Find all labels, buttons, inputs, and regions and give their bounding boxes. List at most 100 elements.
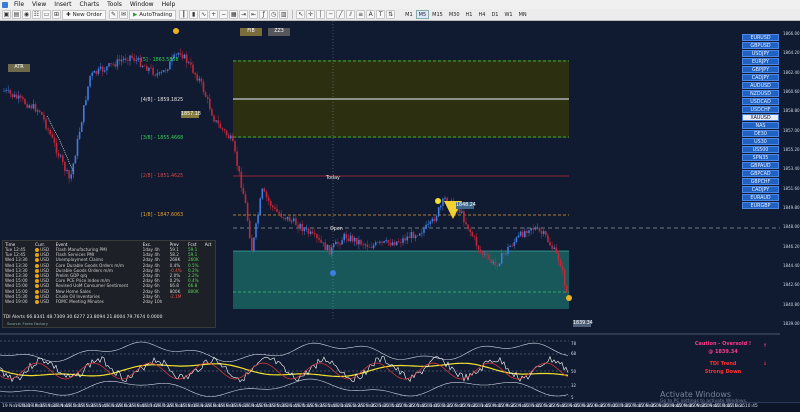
price-chart[interactable] xyxy=(0,21,800,402)
trendline-icon[interactable]: ╱ xyxy=(336,10,346,19)
candle-body xyxy=(356,237,358,245)
symbol-button-gbpcad[interactable]: GBPCAD xyxy=(742,170,779,177)
navigator-icon[interactable]: ☷ xyxy=(32,10,41,19)
fib-label-5: [5] - 1863.5858 xyxy=(141,58,179,63)
candle-body xyxy=(177,53,180,55)
vertical-line-icon[interactable]: │ xyxy=(316,10,326,19)
candle-body xyxy=(482,251,484,255)
candle-body xyxy=(521,231,524,237)
candle-body xyxy=(146,66,148,71)
templates-icon[interactable]: ▥ xyxy=(279,10,289,19)
horizontal-line-icon[interactable]: ─ xyxy=(326,10,336,19)
candle-body xyxy=(269,200,272,206)
autoscroll-icon[interactable]: ⇥ xyxy=(239,10,249,19)
menu-view[interactable]: View xyxy=(28,0,50,9)
crosshair-icon[interactable]: ✛ xyxy=(306,10,316,19)
line-chart-icon[interactable]: ∿ xyxy=(199,10,209,19)
tf-mn[interactable]: MN xyxy=(516,10,530,19)
symbol-button-nzdusd[interactable]: NZDUSD xyxy=(742,90,779,97)
candle-body xyxy=(353,237,356,242)
market-watch-icon[interactable]: ◉ xyxy=(22,10,31,19)
candles-icon[interactable]: ▮ xyxy=(189,10,199,19)
menu-insert[interactable]: Insert xyxy=(50,0,75,9)
tf-m1[interactable]: M1 xyxy=(402,10,416,19)
tf-w1[interactable]: W1 xyxy=(501,10,515,19)
autotrading-button[interactable]: ▶ AutoTrading xyxy=(128,9,177,20)
terminal-icon[interactable]: ▭ xyxy=(42,10,51,19)
symbol-button-usdchf[interactable]: USDCHF xyxy=(742,106,779,113)
symbol-button-gbpjpy[interactable]: GBPJPY xyxy=(742,66,779,73)
candle-body xyxy=(259,198,261,215)
text-icon[interactable]: A xyxy=(366,10,376,19)
time-tick: 22 Nov 10:45 xyxy=(727,404,758,409)
symbol-button-cadjpy[interactable]: CADJPY xyxy=(742,74,779,81)
tester-icon[interactable]: ⊞ xyxy=(52,10,61,19)
candle-body xyxy=(158,72,161,74)
periods-icon[interactable]: ◷ xyxy=(269,10,279,19)
symbol-button-gbpusd[interactable]: GBPUSD xyxy=(742,42,779,49)
candle-body xyxy=(293,218,295,221)
candle-body xyxy=(223,129,226,131)
new-order-button[interactable]: ✚ New Order xyxy=(62,9,106,20)
candle-body xyxy=(13,94,16,97)
chart-shift-icon[interactable]: ⇤ xyxy=(249,10,259,19)
zz3-button[interactable]: ZZ3 xyxy=(268,28,290,36)
candle-body xyxy=(232,135,234,142)
fibo-icon[interactable]: ≡ xyxy=(356,10,366,19)
tf-d1[interactable]: D1 xyxy=(488,10,501,19)
symbol-button-us500[interactable]: US500 xyxy=(742,146,779,153)
autotrading-icon: ▶ xyxy=(132,11,138,18)
menu-tools[interactable]: Tools xyxy=(103,0,126,9)
tf-m15[interactable]: M15 xyxy=(429,10,446,19)
bar-chart-icon[interactable]: ┃ xyxy=(179,10,189,19)
tf-m5[interactable]: M5 xyxy=(415,10,430,19)
new-chart-icon[interactable]: ▣ xyxy=(2,10,11,19)
menu-help[interactable]: Help xyxy=(158,0,180,9)
arrows-icon[interactable]: ⇅ xyxy=(386,10,396,19)
symbol-button-eurjpy[interactable]: EURJPY xyxy=(742,58,779,65)
menu-window[interactable]: Window xyxy=(126,0,158,9)
menu-charts[interactable]: Charts xyxy=(76,0,104,9)
symbol-button-nas[interactable]: NAS xyxy=(742,122,779,129)
symbol-button-cadjpy[interactable]: CADJPY xyxy=(742,186,779,193)
symbol-button-usdjpy[interactable]: USDJPY xyxy=(742,50,779,57)
symbol-button-gbpaud[interactable]: GBPAUD xyxy=(742,162,779,169)
symbol-button-xauusd[interactable]: XAUUSD xyxy=(742,114,779,121)
symbol-button-us30[interactable]: US30 xyxy=(742,138,779,145)
menu-file[interactable]: File xyxy=(10,0,28,9)
candle-body xyxy=(526,231,528,234)
symbol-button-eurgbp[interactable]: EURGBP xyxy=(742,202,779,209)
chart-window[interactable]: FIB ZZ3 ATR [5] - 1863.5858 [4/8] - 1859… xyxy=(0,21,800,402)
tf-h4[interactable]: H4 xyxy=(476,10,489,19)
symbol-button-de30[interactable]: DE30 xyxy=(742,130,779,137)
app-icon[interactable] xyxy=(0,0,10,9)
candle-body xyxy=(425,224,427,229)
candle-body xyxy=(370,247,373,249)
tf-h1[interactable]: H1 xyxy=(463,10,476,19)
profiles-icon[interactable]: ▤ xyxy=(12,10,21,19)
symbol-button-euraud[interactable]: EURAUD xyxy=(742,194,779,201)
cursor-icon[interactable]: ↖ xyxy=(296,10,306,19)
candle-body xyxy=(364,244,366,246)
candle-body xyxy=(143,65,146,67)
symbol-button-usdcad[interactable]: USDCAD xyxy=(742,98,779,105)
indicators-icon[interactable]: ƒ xyxy=(259,10,269,19)
candle-body xyxy=(517,235,520,238)
symbol-button-spn35[interactable]: SPN35 xyxy=(742,154,779,161)
candle-body xyxy=(530,228,532,231)
candle-body xyxy=(93,70,96,73)
candle-body xyxy=(91,72,93,76)
fib-button[interactable]: FIB xyxy=(240,28,262,36)
symbol-button-eurusd[interactable]: EURUSD xyxy=(742,34,779,41)
channel-icon[interactable]: ⫽ xyxy=(346,10,356,19)
meta-editor-icon[interactable]: ✎ xyxy=(108,10,118,19)
zoom-in-icon[interactable]: + xyxy=(209,10,219,19)
tile-icon[interactable]: ▦ xyxy=(229,10,239,19)
signals-icon[interactable]: ✉ xyxy=(118,10,128,19)
zoom-out-icon[interactable]: − xyxy=(219,10,229,19)
toolbar: ▣ ▤ ◉ ☷ ▭ ⊞ ✚ New Order ✎ ✉ ▶ AutoTrading … xyxy=(0,9,800,21)
tf-m30[interactable]: M30 xyxy=(446,10,463,19)
label-icon[interactable]: T xyxy=(376,10,386,19)
symbol-button-gbpchf[interactable]: GBPCHF xyxy=(742,178,779,185)
symbol-button-audusd[interactable]: AUDUSD xyxy=(742,82,779,89)
